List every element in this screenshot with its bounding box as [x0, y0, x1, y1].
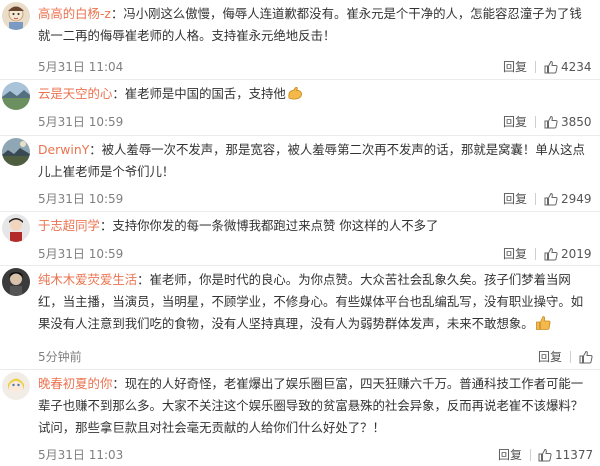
divider [535, 116, 536, 128]
like-count: 2949 [561, 192, 592, 206]
comment-item: 于志超同学：支持你你发的每一条微博我都跑过来点赞 你这样的人不多了 5月31日 … [0, 212, 600, 266]
comment-username[interactable]: DerwinY [38, 142, 89, 157]
avatar[interactable] [2, 268, 30, 296]
divider [535, 193, 536, 205]
avatar-image [2, 82, 30, 110]
avatar-image [2, 372, 30, 400]
like-button[interactable]: 11377 [538, 445, 593, 465]
reply-button[interactable]: 回复 [498, 445, 522, 465]
like-button[interactable]: 2949 [544, 189, 592, 209]
comment-meta: 5月31日 11:04 回复 4234 [38, 57, 592, 77]
comment-username[interactable]: 纯木木爱荧爱生活 [38, 272, 137, 287]
avatar-image [2, 2, 30, 30]
divider [530, 449, 531, 461]
thumbs-up-icon [544, 192, 558, 206]
comment-time: 5分钟前 [38, 350, 82, 364]
comment-text: 云是天空的心：崔老师是中国的国舌，支持他 [38, 83, 590, 108]
comment-username[interactable]: 于志超同学 [38, 218, 100, 233]
comment-body: 崔老师是中国的国舌，支持他 [124, 86, 286, 101]
reply-button[interactable]: 回复 [538, 347, 562, 367]
avatar-image [2, 214, 30, 242]
thumbs-up-icon [538, 448, 552, 462]
thumbs-up-icon [544, 247, 558, 261]
comment-text: 纯木木爱荧爱生活：崔老师，你是时代的良心。为你点赞。大众苦社会乱象久矣。孩子们梦… [38, 269, 590, 338]
comment-item: 纯木木爱荧爱生活：崔老师，你是时代的良心。为你点赞。大众苦社会乱象久矣。孩子们梦… [0, 266, 600, 370]
like-button[interactable]: 3850 [544, 112, 592, 132]
reply-button[interactable]: 回复 [503, 57, 527, 77]
comment-username[interactable]: 云是天空的心 [38, 86, 112, 101]
comment-meta: 5月31日 10:59 回复 2019 [38, 244, 592, 264]
comment-time: 5月31日 11:03 [38, 448, 124, 462]
like-count: 4234 [561, 60, 592, 74]
like-count: 2019 [561, 247, 592, 261]
divider [535, 61, 536, 73]
comment-meta: 5分钟前 回复 [38, 347, 593, 367]
comment-item: 高高的白杨-z：冯小刚这么傲慢，侮辱人连道歉都没有。崔永元是个干净的人，怎能容忍… [0, 0, 600, 80]
avatar[interactable] [2, 2, 30, 30]
avatar-image [2, 138, 30, 166]
thumbs-up-icon [579, 350, 593, 364]
comment-text: 高高的白杨-z：冯小刚这么傲慢，侮辱人连道歉都没有。崔永元是个干净的人，怎能容忍… [38, 6, 582, 43]
comment-username[interactable]: 高高的白杨-z [38, 6, 111, 21]
like-button[interactable]: 4234 [544, 57, 592, 77]
comment-time: 5月31日 10:59 [38, 247, 124, 261]
comment-meta: 5月31日 10:59 回复 2949 [38, 189, 592, 209]
comment-text: DerwinY：被人羞辱一次不发声，那是宽容，被人羞辱第二次再不发声的话，那就是… [38, 142, 585, 179]
comment-meta: 5月31日 10:59 回复 3850 [38, 112, 592, 132]
reply-button[interactable]: 回复 [503, 112, 527, 132]
comment-time: 5月31日 10:59 [38, 192, 124, 206]
thumbs-up-icon [544, 115, 558, 129]
comment-item: DerwinY：被人羞辱一次不发声，那是宽容，被人羞辱第二次再不发声的话，那就是… [0, 136, 600, 212]
comment-body: 被人羞辱一次不发声，那是宽容，被人羞辱第二次再不发声的话，那就是窝囊！单从这点儿… [38, 142, 585, 179]
thumbs-up-emoji-icon [535, 315, 551, 338]
strong-arm-emoji-icon [287, 85, 303, 108]
avatar[interactable] [2, 372, 30, 400]
avatar[interactable] [2, 82, 30, 110]
comment-time: 5月31日 11:04 [38, 60, 124, 74]
comment-text: 晚春初夏的你：现在的人好奇怪，老崔爆出了娱乐圈巨富，四天狂赚六千万。普通科技工作… [38, 376, 584, 435]
like-count: 11377 [555, 448, 594, 462]
comment-item: 晚春初夏的你：现在的人好奇怪，老崔爆出了娱乐圈巨富，四天狂赚六千万。普通科技工作… [0, 370, 600, 466]
comment-body: 支持你你发的每一条微博我都跑过来点赞 你这样的人不多了 [112, 218, 439, 233]
avatar[interactable] [2, 214, 30, 242]
like-button[interactable]: 2019 [544, 244, 592, 264]
comment-username[interactable]: 晚春初夏的你 [38, 376, 112, 391]
avatar[interactable] [2, 138, 30, 166]
comment-time: 5月31日 10:59 [38, 115, 124, 129]
comment-text: 于志超同学：支持你你发的每一条微博我都跑过来点赞 你这样的人不多了 [38, 218, 439, 233]
divider [570, 351, 571, 363]
thumbs-up-icon [544, 60, 558, 74]
like-button[interactable] [579, 347, 596, 367]
like-count: 3850 [561, 115, 592, 129]
avatar-image [2, 268, 30, 296]
divider [535, 248, 536, 260]
comment-meta: 5月31日 11:03 回复 11377 [38, 445, 593, 465]
reply-button[interactable]: 回复 [503, 189, 527, 209]
comment-item: 云是天空的心：崔老师是中国的国舌，支持他 5月31日 10:59 回复 3850 [0, 80, 600, 136]
reply-button[interactable]: 回复 [503, 244, 527, 264]
